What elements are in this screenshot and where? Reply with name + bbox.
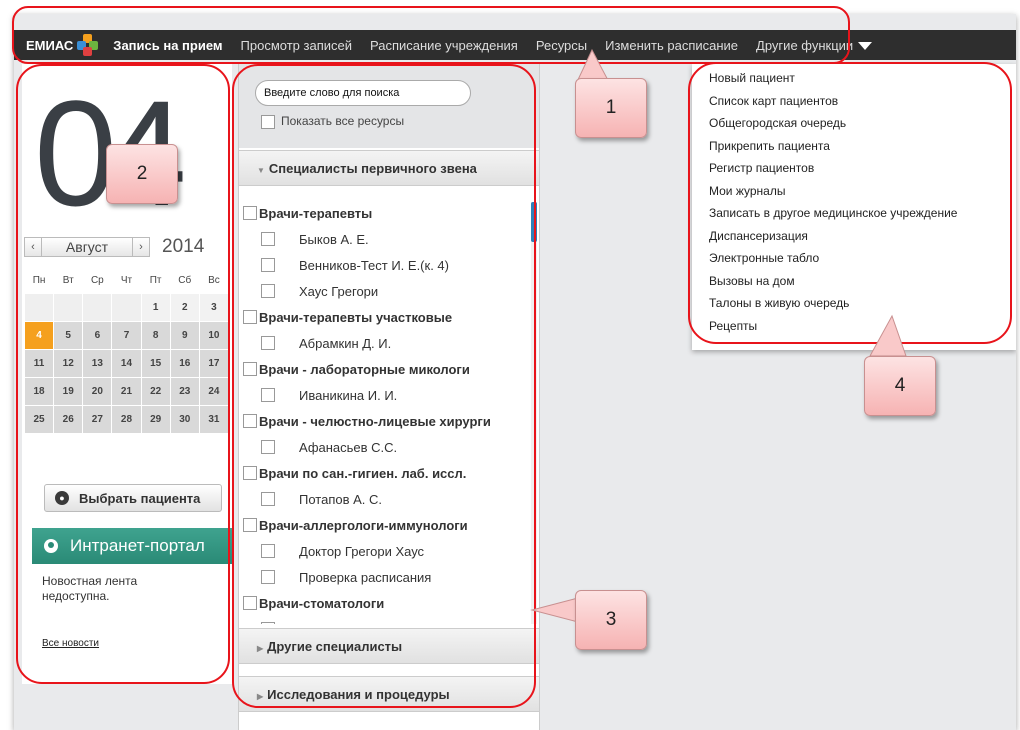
annotation-frame-1 [12, 6, 850, 64]
dropdown-arrow-icon [858, 42, 873, 51]
callout-1: 1 [575, 78, 647, 138]
annotation-frame-3 [232, 64, 536, 708]
callout-2: 2 [106, 144, 178, 204]
annotation-frame-4 [688, 62, 1012, 344]
callout-3: 3 [575, 590, 647, 650]
callout-4: 4 [864, 356, 936, 416]
